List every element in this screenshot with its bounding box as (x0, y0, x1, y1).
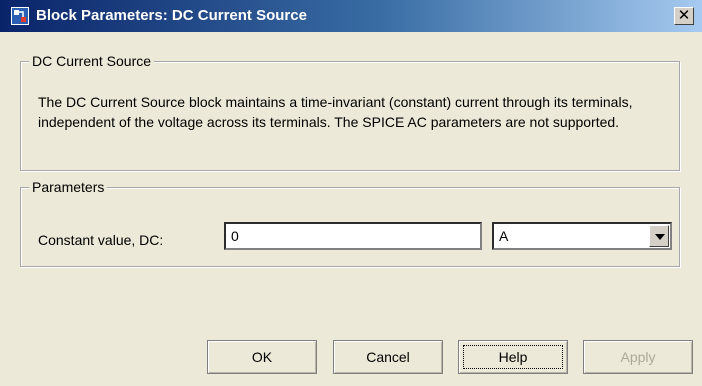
constant-value-label: Constant value, DC: (38, 232, 164, 248)
block-description: The DC Current Source block maintains a … (38, 94, 633, 130)
ok-button[interactable]: OK (207, 340, 317, 374)
close-icon: ✕ (677, 7, 691, 24)
parameters-group: Parameters Constant value, DC: A (20, 179, 680, 267)
parameters-group-legend: Parameters (29, 179, 108, 195)
cancel-button[interactable]: Cancel (333, 340, 443, 374)
help-button[interactable]: Help (458, 340, 568, 374)
chevron-down-icon[interactable] (649, 225, 669, 247)
window-title: Block Parameters: DC Current Source (36, 7, 307, 24)
description-group: DC Current Source The DC Current Source … (20, 53, 680, 171)
cancel-button-label: Cancel (366, 349, 410, 365)
focus-rectangle (463, 345, 563, 369)
block-parameters-icon (11, 7, 29, 25)
apply-button[interactable]: Apply (583, 340, 693, 374)
title-bar: Block Parameters: DC Current Source ✕ (0, 0, 702, 32)
description-group-legend: DC Current Source (29, 53, 155, 69)
ok-button-label: OK (251, 349, 273, 365)
unit-select[interactable]: A (492, 222, 672, 250)
constant-value-input[interactable] (224, 222, 482, 250)
apply-button-label: Apply (620, 349, 656, 365)
unit-select-value: A (499, 228, 509, 244)
close-button[interactable]: ✕ (674, 7, 694, 25)
